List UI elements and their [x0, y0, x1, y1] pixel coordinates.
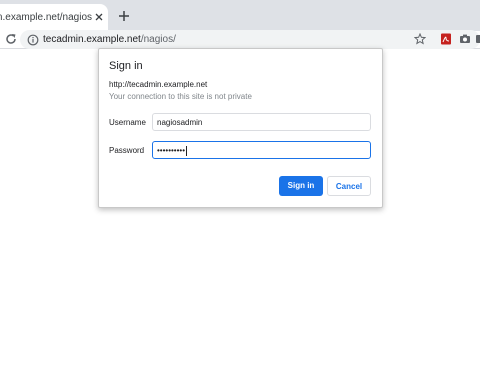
url-path: /nagios/ — [140, 34, 176, 45]
sign-in-dialog: Sign in http://tecadmin.example.net Your… — [98, 48, 383, 208]
tab-active[interactable]: tecadmin.example.net/nagios/ — [0, 4, 108, 31]
url-host: tecadmin.example.net — [43, 34, 141, 45]
reload-icon[interactable] — [4, 32, 18, 46]
username-label: Username — [109, 118, 146, 127]
password-value: •••••••••• — [157, 146, 186, 155]
pdf-extension-icon[interactable] — [440, 33, 452, 45]
dialog-title: Sign in — [109, 60, 143, 72]
close-icon[interactable] — [94, 12, 104, 22]
password-field[interactable]: •••••••••• — [152, 141, 371, 159]
text-caret — [186, 145, 188, 156]
info-icon[interactable] — [27, 34, 39, 46]
plus-icon[interactable] — [117, 9, 131, 23]
username-value: nagiosadmin — [157, 118, 203, 127]
dialog-warning: Your connection to this site is not priv… — [109, 92, 252, 101]
url-text[interactable]: tecadmin.example.net/nagios/ — [43, 33, 176, 46]
username-field[interactable]: nagiosadmin — [152, 113, 371, 131]
password-label: Password — [109, 146, 145, 155]
sign-in-button[interactable]: Sign in — [279, 176, 323, 196]
dialog-url: http://tecadmin.example.net — [109, 80, 208, 89]
camera-extension-icon[interactable] — [459, 33, 471, 45]
star-icon[interactable] — [414, 33, 426, 45]
cancel-button[interactable]: Cancel — [327, 176, 371, 196]
extension-icon[interactable] — [474, 33, 480, 45]
tab-title: tecadmin.example.net/nagios/ — [0, 12, 92, 23]
